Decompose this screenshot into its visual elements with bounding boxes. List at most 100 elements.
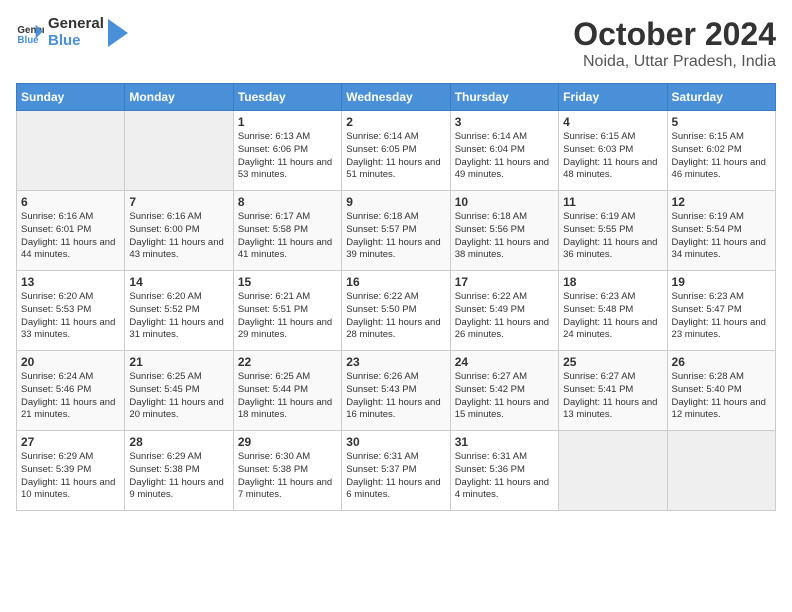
- calendar-cell: 20 Sunrise: 6:24 AMSunset: 5:46 PMDayligh…: [17, 351, 125, 431]
- cell-details: Sunrise: 6:13 AMSunset: 6:06 PMDaylight:…: [238, 131, 337, 182]
- day-number: 15: [238, 275, 337, 289]
- day-number: 4: [563, 115, 662, 129]
- day-number: 10: [455, 195, 554, 209]
- cell-details: Sunrise: 6:25 AMSunset: 5:45 PMDaylight:…: [129, 371, 228, 422]
- month-title: October 2024: [573, 16, 776, 53]
- day-number: 30: [346, 435, 445, 449]
- logo-general: General: [48, 16, 104, 33]
- calendar-table: SundayMondayTuesdayWednesdayThursdayFrid…: [16, 83, 776, 511]
- cell-details: Sunrise: 6:31 AMSunset: 5:37 PMDaylight:…: [346, 451, 445, 502]
- calendar-cell: 2 Sunrise: 6:14 AMSunset: 6:05 PMDaylight…: [342, 111, 450, 191]
- day-number: 23: [346, 355, 445, 369]
- calendar-cell: 17 Sunrise: 6:22 AMSunset: 5:49 PMDayligh…: [450, 271, 558, 351]
- day-number: 18: [563, 275, 662, 289]
- weekday-header: Friday: [559, 84, 667, 111]
- calendar-cell: 11Sunrise: 6:19 AMSunset: 5:55 PMDayligh…: [559, 191, 667, 271]
- cell-details: Sunrise: 6:20 AMSunset: 5:52 PMDaylight:…: [129, 291, 228, 342]
- day-number: 17: [455, 275, 554, 289]
- day-number: 8: [238, 195, 337, 209]
- day-number: 24: [455, 355, 554, 369]
- day-number: 5: [672, 115, 771, 129]
- cell-details: Sunrise: 6:15 AMSunset: 6:03 PMDaylight:…: [563, 131, 662, 182]
- title-block: October 2024 Noida, Uttar Pradesh, India: [573, 16, 776, 71]
- calendar-cell: 18Sunrise: 6:23 AMSunset: 5:48 PMDayligh…: [559, 271, 667, 351]
- cell-details: Sunrise: 6:18 AMSunset: 5:57 PMDaylight:…: [346, 211, 445, 262]
- calendar-cell: 16 Sunrise: 6:22 AMSunset: 5:50 PMDayligh…: [342, 271, 450, 351]
- calendar-cell: 29Sunrise: 6:30 AMSunset: 5:38 PMDayligh…: [233, 431, 341, 511]
- calendar-cell: 15 Sunrise: 6:21 AMSunset: 5:51 PMDayligh…: [233, 271, 341, 351]
- calendar-cell: 4 Sunrise: 6:15 AMSunset: 6:03 PMDaylight…: [559, 111, 667, 191]
- calendar-cell: 6 Sunrise: 6:16 AMSunset: 6:01 PMDaylight…: [17, 191, 125, 271]
- cell-details: Sunrise: 6:19 AMSunset: 5:54 PMDaylight:…: [672, 211, 771, 262]
- cell-details: Sunrise: 6:18 AMSunset: 5:56 PMDaylight:…: [455, 211, 554, 262]
- cell-details: Sunrise: 6:20 AMSunset: 5:53 PMDaylight:…: [21, 291, 120, 342]
- cell-details: Sunrise: 6:22 AMSunset: 5:50 PMDaylight:…: [346, 291, 445, 342]
- calendar-cell: 30 Sunrise: 6:31 AMSunset: 5:37 PMDayligh…: [342, 431, 450, 511]
- calendar-cell: 25Sunrise: 6:27 AMSunset: 5:41 PMDayligh…: [559, 351, 667, 431]
- cell-details: Sunrise: 6:14 AMSunset: 6:05 PMDaylight:…: [346, 131, 445, 182]
- day-number: 20: [21, 355, 120, 369]
- day-number: 31: [455, 435, 554, 449]
- cell-details: Sunrise: 6:31 AMSunset: 5:36 PMDaylight:…: [455, 451, 554, 502]
- calendar-cell: 19 Sunrise: 6:23 AMSunset: 5:47 PMDayligh…: [667, 271, 775, 351]
- day-number: 9: [346, 195, 445, 209]
- cell-details: Sunrise: 6:14 AMSunset: 6:04 PMDaylight:…: [455, 131, 554, 182]
- logo-arrow-icon: [108, 19, 128, 47]
- cell-details: Sunrise: 6:15 AMSunset: 6:02 PMDaylight:…: [672, 131, 771, 182]
- calendar-cell: 28Sunrise: 6:29 AMSunset: 5:38 PMDayligh…: [125, 431, 233, 511]
- cell-details: Sunrise: 6:29 AMSunset: 5:39 PMDaylight:…: [21, 451, 120, 502]
- calendar-cell: 24 Sunrise: 6:27 AMSunset: 5:42 PMDayligh…: [450, 351, 558, 431]
- weekday-header: Thursday: [450, 84, 558, 111]
- calendar-cell: 7 Sunrise: 6:16 AMSunset: 6:00 PMDaylight…: [125, 191, 233, 271]
- calendar-cell: 22 Sunrise: 6:25 AMSunset: 5:44 PMDayligh…: [233, 351, 341, 431]
- day-number: 12: [672, 195, 771, 209]
- cell-details: Sunrise: 6:30 AMSunset: 5:38 PMDaylight:…: [238, 451, 337, 502]
- day-number: 2: [346, 115, 445, 129]
- calendar-cell: 23 Sunrise: 6:26 AMSunset: 5:43 PMDayligh…: [342, 351, 450, 431]
- day-number: 7: [129, 195, 228, 209]
- day-number: 16: [346, 275, 445, 289]
- day-number: 22: [238, 355, 337, 369]
- day-number: 21: [129, 355, 228, 369]
- weekday-header: Tuesday: [233, 84, 341, 111]
- calendar-cell: 31 Sunrise: 6:31 AMSunset: 5:36 PMDayligh…: [450, 431, 558, 511]
- calendar-cell: 26Sunrise: 6:28 AMSunset: 5:40 PMDayligh…: [667, 351, 775, 431]
- calendar-cell: 13 Sunrise: 6:20 AMSunset: 5:53 PMDayligh…: [17, 271, 125, 351]
- cell-details: Sunrise: 6:22 AMSunset: 5:49 PMDaylight:…: [455, 291, 554, 342]
- cell-details: Sunrise: 6:21 AMSunset: 5:51 PMDaylight:…: [238, 291, 337, 342]
- day-number: 6: [21, 195, 120, 209]
- logo-icon: General Blue: [16, 19, 44, 47]
- day-number: 19: [672, 275, 771, 289]
- calendar-cell: [667, 431, 775, 511]
- cell-details: Sunrise: 6:26 AMSunset: 5:43 PMDaylight:…: [346, 371, 445, 422]
- cell-details: Sunrise: 6:16 AMSunset: 6:00 PMDaylight:…: [129, 211, 228, 262]
- calendar-cell: [125, 111, 233, 191]
- calendar-cell: 8Sunrise: 6:17 AMSunset: 5:58 PMDaylight…: [233, 191, 341, 271]
- calendar-cell: 27Sunrise: 6:29 AMSunset: 5:39 PMDayligh…: [17, 431, 125, 511]
- day-number: 25: [563, 355, 662, 369]
- calendar-cell: 9 Sunrise: 6:18 AMSunset: 5:57 PMDaylight…: [342, 191, 450, 271]
- cell-details: Sunrise: 6:16 AMSunset: 6:01 PMDaylight:…: [21, 211, 120, 262]
- calendar-cell: 14 Sunrise: 6:20 AMSunset: 5:52 PMDayligh…: [125, 271, 233, 351]
- weekday-header: Saturday: [667, 84, 775, 111]
- cell-details: Sunrise: 6:24 AMSunset: 5:46 PMDaylight:…: [21, 371, 120, 422]
- cell-details: Sunrise: 6:27 AMSunset: 5:42 PMDaylight:…: [455, 371, 554, 422]
- calendar-cell: 12 Sunrise: 6:19 AMSunset: 5:54 PMDayligh…: [667, 191, 775, 271]
- day-number: 3: [455, 115, 554, 129]
- day-number: 28: [129, 435, 228, 449]
- location-title: Noida, Uttar Pradesh, India: [573, 53, 776, 71]
- calendar-cell: 10 Sunrise: 6:18 AMSunset: 5:56 PMDayligh…: [450, 191, 558, 271]
- logo: General Blue General Blue: [16, 16, 128, 49]
- weekday-header: Wednesday: [342, 84, 450, 111]
- day-number: 11: [563, 195, 662, 209]
- logo-blue: Blue: [48, 33, 104, 50]
- cell-details: Sunrise: 6:23 AMSunset: 5:47 PMDaylight:…: [672, 291, 771, 342]
- day-number: 13: [21, 275, 120, 289]
- calendar-cell: 5 Sunrise: 6:15 AMSunset: 6:02 PMDaylight…: [667, 111, 775, 191]
- day-number: 14: [129, 275, 228, 289]
- calendar-cell: 21 Sunrise: 6:25 AMSunset: 5:45 PMDayligh…: [125, 351, 233, 431]
- calendar-cell: [17, 111, 125, 191]
- calendar-cell: 3 Sunrise: 6:14 AMSunset: 6:04 PMDaylight…: [450, 111, 558, 191]
- day-number: 1: [238, 115, 337, 129]
- cell-details: Sunrise: 6:25 AMSunset: 5:44 PMDaylight:…: [238, 371, 337, 422]
